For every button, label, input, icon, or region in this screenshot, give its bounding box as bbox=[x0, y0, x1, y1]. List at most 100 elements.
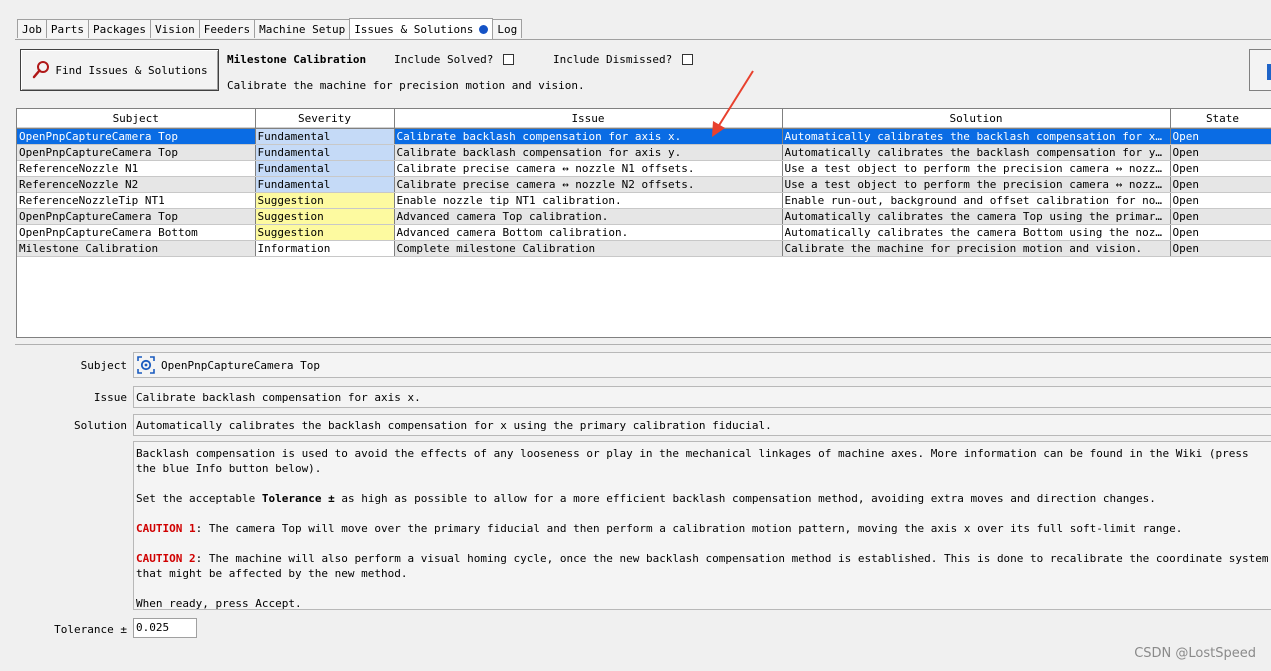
instructions-paragraph: Set the acceptable Tolerance ± as high a… bbox=[136, 491, 1271, 506]
tab-label: Job bbox=[22, 22, 42, 36]
cell-issue: Complete milestone Calibration bbox=[394, 240, 783, 257]
column-header-issue[interactable]: Issue bbox=[394, 109, 783, 129]
column-header-subject[interactable]: Subject bbox=[17, 109, 256, 129]
tab-label: Vision bbox=[154, 22, 195, 36]
cell-solution: Use a test object to perform the precisi… bbox=[782, 176, 1171, 193]
cell-issue: Calibrate backlash compensation for axis… bbox=[394, 128, 783, 145]
info-icon bbox=[1267, 64, 1271, 80]
text-span: Set the acceptable bbox=[136, 492, 262, 505]
cell-state: Open bbox=[1170, 224, 1271, 241]
tab-machine-setup[interactable]: Machine Setup bbox=[254, 19, 351, 38]
tab-issues-solutions[interactable]: Issues & Solutions bbox=[349, 18, 494, 39]
tab-job[interactable]: Job bbox=[17, 19, 47, 38]
cell-solution: Use a test object to perform the precisi… bbox=[782, 160, 1171, 177]
tab-bar: Job Parts Packages Vision Feeders Machin… bbox=[17, 18, 523, 39]
cell-subject: ReferenceNozzleTip NT1 bbox=[17, 192, 256, 209]
cell-issue: Enable nozzle tip NT1 calibration. bbox=[394, 192, 783, 209]
cell-issue: Calibrate precise camera ↔ nozzle N2 off… bbox=[394, 176, 783, 193]
table-row[interactable]: ReferenceNozzleTip NT1 Suggestion Enable n… bbox=[17, 192, 1271, 209]
tab-label: Machine Setup bbox=[259, 22, 346, 36]
column-header-state[interactable]: State bbox=[1170, 109, 1271, 129]
subject-field: OpenPnpCaptureCamera Top bbox=[133, 352, 1271, 378]
search-icon bbox=[33, 61, 50, 79]
table-row[interactable]: ReferenceNozzle N1 Fundamental Calibrate p… bbox=[17, 160, 1271, 177]
cell-severity: Suggestion bbox=[255, 192, 395, 209]
tab-packages[interactable]: Packages bbox=[88, 19, 151, 38]
cell-subject: OpenPnpCaptureCamera Bottom bbox=[17, 224, 256, 241]
cell-solution: Calibrate the machine for precision moti… bbox=[782, 240, 1171, 257]
include-dismissed-checkbox[interactable] bbox=[682, 54, 694, 65]
solution-field: Automatically calibrates the backlash co… bbox=[133, 414, 1271, 436]
camera-icon bbox=[137, 356, 155, 374]
tab-vision[interactable]: Vision bbox=[149, 19, 200, 38]
cell-severity: Information bbox=[255, 240, 395, 257]
cell-severity: Fundamental bbox=[255, 176, 395, 193]
cell-issue: Calibrate precise camera ↔ nozzle N1 off… bbox=[394, 160, 783, 177]
watermark: CSDN @LostSpeed bbox=[1134, 646, 1256, 661]
info-button[interactable] bbox=[1249, 49, 1271, 91]
cell-subject: OpenPnpCaptureCamera Top bbox=[17, 128, 256, 145]
cell-state: Open bbox=[1170, 160, 1271, 177]
issues-table: Subject Severity Issue Solution State Op… bbox=[16, 108, 1271, 338]
table-row[interactable]: ReferenceNozzle N2 Fundamental Calibrate p… bbox=[17, 176, 1271, 193]
subject-value: OpenPnpCaptureCamera Top bbox=[161, 358, 320, 372]
tab-label: Log bbox=[497, 22, 518, 36]
table-row[interactable]: OpenPnpCaptureCamera Top Fundamental Calib… bbox=[17, 144, 1271, 161]
tolerance-label: Tolerance ± bbox=[54, 623, 127, 636]
instructions-paragraph: When ready, press Accept. bbox=[136, 597, 302, 610]
find-issues-label: Find Issues & Solutions bbox=[55, 63, 208, 77]
cell-subject: ReferenceNozzle N2 bbox=[17, 176, 256, 193]
table-row[interactable]: OpenPnpCaptureCamera Top Suggestion Advanc… bbox=[17, 208, 1271, 225]
cell-state: Open bbox=[1170, 144, 1271, 161]
cell-solution: Automatically calibrates the camera Bott… bbox=[782, 224, 1171, 241]
table-row[interactable]: OpenPnpCaptureCamera Top Fundamental Calib… bbox=[17, 128, 1271, 145]
table-row[interactable]: OpenPnpCaptureCamera Bottom Suggestion Adv… bbox=[17, 224, 1271, 241]
include-solved-label: Include Solved? bbox=[394, 53, 494, 66]
cell-subject: ReferenceNozzle N1 bbox=[17, 160, 256, 177]
status-dot-icon bbox=[479, 24, 489, 34]
cell-state: Open bbox=[1170, 128, 1271, 145]
include-dismissed-group: Include Dismissed? bbox=[553, 53, 694, 66]
tab-panel-border bbox=[15, 39, 1271, 40]
caution-label: CAUTION 2 bbox=[136, 552, 196, 565]
cell-severity: Fundamental bbox=[255, 160, 395, 177]
split-pane-divider[interactable] bbox=[15, 338, 1271, 345]
cell-issue: Advanced camera Bottom calibration. bbox=[394, 224, 783, 241]
include-solved-checkbox[interactable] bbox=[503, 54, 515, 65]
cell-subject: Milestone Calibration bbox=[17, 240, 256, 257]
tab-label: Feeders bbox=[203, 22, 251, 36]
caution-label: CAUTION 1 bbox=[136, 522, 196, 535]
column-header-severity[interactable]: Severity bbox=[255, 109, 395, 129]
tab-label: Issues & Solutions bbox=[354, 22, 474, 36]
subject-label: Subject bbox=[80, 359, 127, 372]
cell-severity: Fundamental bbox=[255, 128, 395, 145]
cell-state: Open bbox=[1170, 176, 1271, 193]
table-header: Subject Severity Issue Solution State bbox=[17, 109, 1271, 129]
cell-severity: Suggestion bbox=[255, 224, 395, 241]
cell-solution: Enable run-out, background and offset ca… bbox=[782, 192, 1171, 209]
instructions-paragraph: Backlash compensation is used to avoid t… bbox=[136, 447, 1249, 475]
tab-parts[interactable]: Parts bbox=[45, 19, 89, 38]
cell-solution: Automatically calibrates the backlash co… bbox=[782, 128, 1171, 145]
issue-label: Issue bbox=[93, 391, 127, 404]
cell-subject: OpenPnpCaptureCamera Top bbox=[17, 208, 256, 225]
cell-state: Open bbox=[1170, 208, 1271, 225]
solution-label: Solution bbox=[74, 419, 127, 432]
cell-issue: Advanced camera Top calibration. bbox=[394, 208, 783, 225]
tab-label: Packages bbox=[93, 22, 146, 36]
caution-paragraph: CAUTION 2: The machine will also perform… bbox=[136, 551, 1271, 581]
tab-feeders[interactable]: Feeders bbox=[198, 19, 256, 38]
column-header-solution[interactable]: Solution bbox=[782, 109, 1171, 129]
tolerance-input[interactable]: 0.025 bbox=[133, 618, 197, 638]
milestone-title: Milestone Calibration bbox=[227, 53, 367, 66]
tab-log[interactable]: Log bbox=[492, 19, 523, 38]
cell-issue: Calibrate backlash compensation for axis… bbox=[394, 144, 783, 161]
tab-label: Parts bbox=[50, 22, 84, 36]
include-solved-group: Include Solved? bbox=[394, 53, 515, 66]
cell-solution: Automatically calibrates the backlash co… bbox=[782, 144, 1171, 161]
cell-state: Open bbox=[1170, 240, 1271, 257]
tolerance-emphasis: Tolerance ± bbox=[261, 492, 335, 505]
find-issues-button[interactable]: Find Issues & Solutions bbox=[20, 49, 219, 91]
caution-text: : The machine will also perform a visual… bbox=[136, 552, 1269, 580]
table-row[interactable]: Milestone Calibration Information Complete… bbox=[17, 240, 1271, 257]
